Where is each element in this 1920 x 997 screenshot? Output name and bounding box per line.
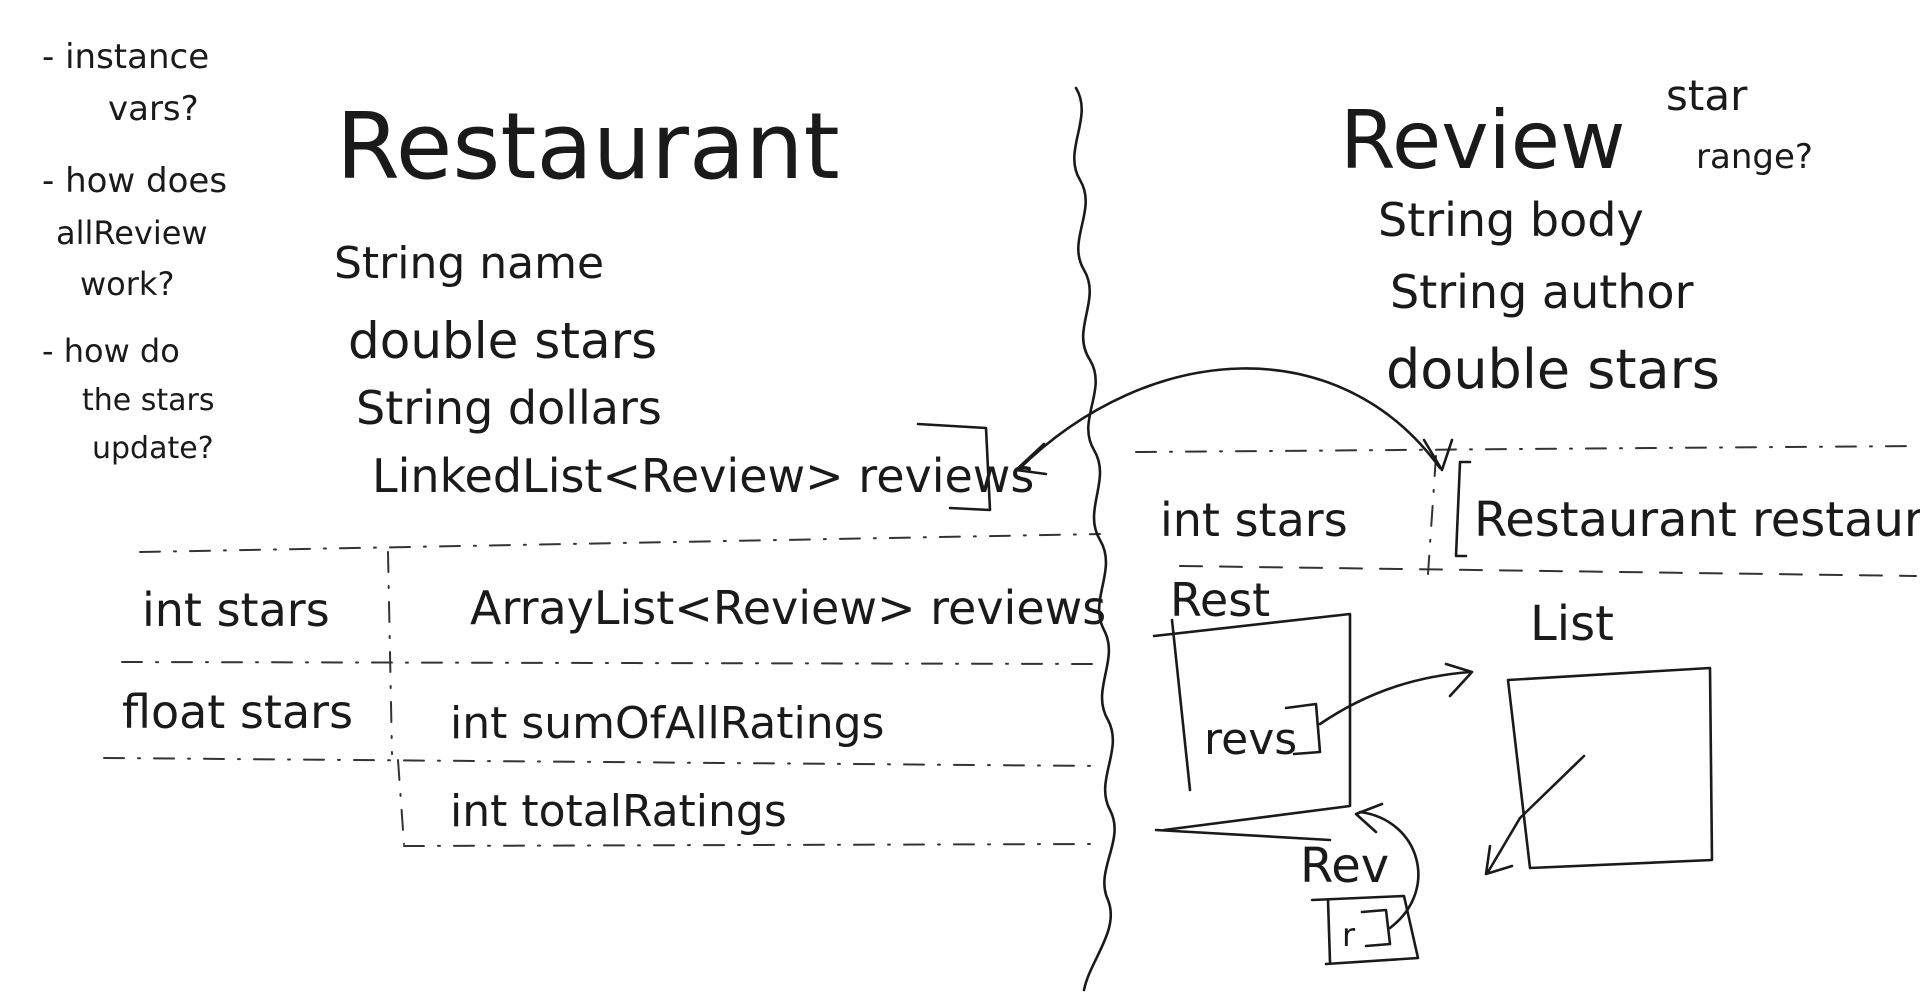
rev-box-left-edge (1326, 898, 1332, 964)
options-divider-2 (397, 759, 405, 845)
review-options-top-line (1135, 445, 1917, 453)
option-sum-of-all-ratings: int sumOfAllRatings (450, 698, 884, 749)
options-mid-line-2 (103, 757, 1101, 767)
wavy-divider (1073, 86, 1116, 992)
review-options-bottom-line (1179, 565, 1917, 577)
review-field-stars: double stars (1386, 338, 1720, 401)
arrow-head-right (1422, 438, 1454, 472)
review-note-range: range? (1696, 137, 1813, 177)
option-arraylist-reviews: ArrayList<Review> reviews (470, 581, 1106, 635)
note-work: work? (80, 265, 174, 303)
list-box (1506, 666, 1714, 870)
options-bottom-line (403, 843, 1101, 847)
option-float-stars: float stars (122, 685, 353, 739)
rev-label: Rev (1300, 838, 1389, 894)
memory-diagram: Rest revs List Rev r (1152, 573, 1714, 966)
restaurant-field-name: String name (334, 238, 604, 289)
option-int-stars: int stars (142, 583, 330, 637)
review-title: Review (1340, 94, 1625, 187)
review-field-author: String author (1390, 265, 1694, 319)
options-top-line (139, 533, 1101, 553)
review-option-int-stars: int stars (1160, 493, 1348, 547)
note-how-does: - how does (42, 161, 227, 201)
review-option-restaurant: Restaurant restaurant (1474, 492, 1920, 548)
options-divider-1 (387, 551, 393, 755)
note-the-stars: the stars (82, 383, 215, 418)
note-update: update? (92, 431, 214, 466)
note-allreview: allReview (56, 214, 208, 252)
options-mid-line-1 (121, 661, 1101, 665)
review-options-divider (1427, 455, 1437, 575)
option-total-ratings: int totalRatings (450, 786, 787, 837)
arrow-curve (1016, 367, 1442, 472)
restaurant-title: Restaurant (336, 93, 840, 200)
list-label: List (1530, 596, 1614, 652)
revs-pointer-arrowhead (1444, 662, 1474, 698)
note-vars: vars? (108, 89, 199, 129)
questions-notes: - instance vars? - how does allReview wo… (42, 37, 227, 466)
restaurant-options-table: int stars float stars ArrayList<Review> … (103, 533, 1106, 847)
review-note-star: star (1666, 71, 1748, 120)
note-instance: - instance (42, 37, 209, 77)
whiteboard-canvas: - instance vars? - how does allReview wo… (42, 37, 1920, 992)
restaurant-field-bracket (1454, 460, 1472, 558)
review-class: Review star range? String body String au… (1340, 71, 1813, 401)
list-pointer-line (1486, 754, 1586, 874)
rest-label: Rest (1170, 573, 1270, 627)
r-label: r (1342, 916, 1356, 954)
review-options-table: int stars Restaurant restaurant (1135, 445, 1920, 577)
restaurant-field-reviews: LinkedList<Review> reviews (372, 449, 1034, 503)
revs-pointer-arrow (1318, 670, 1472, 726)
restaurant-field-dollars: String dollars (356, 381, 662, 435)
rest-box-left-edge (1170, 618, 1192, 792)
revs-label: revs (1204, 714, 1297, 765)
r-pointer-box (1360, 908, 1392, 948)
restaurant-class: Restaurant String name double stars Stri… (334, 93, 1034, 512)
review-field-body: String body (1378, 193, 1644, 247)
restaurant-field-stars: double stars (348, 312, 657, 370)
note-how-do: - how do (42, 332, 180, 370)
